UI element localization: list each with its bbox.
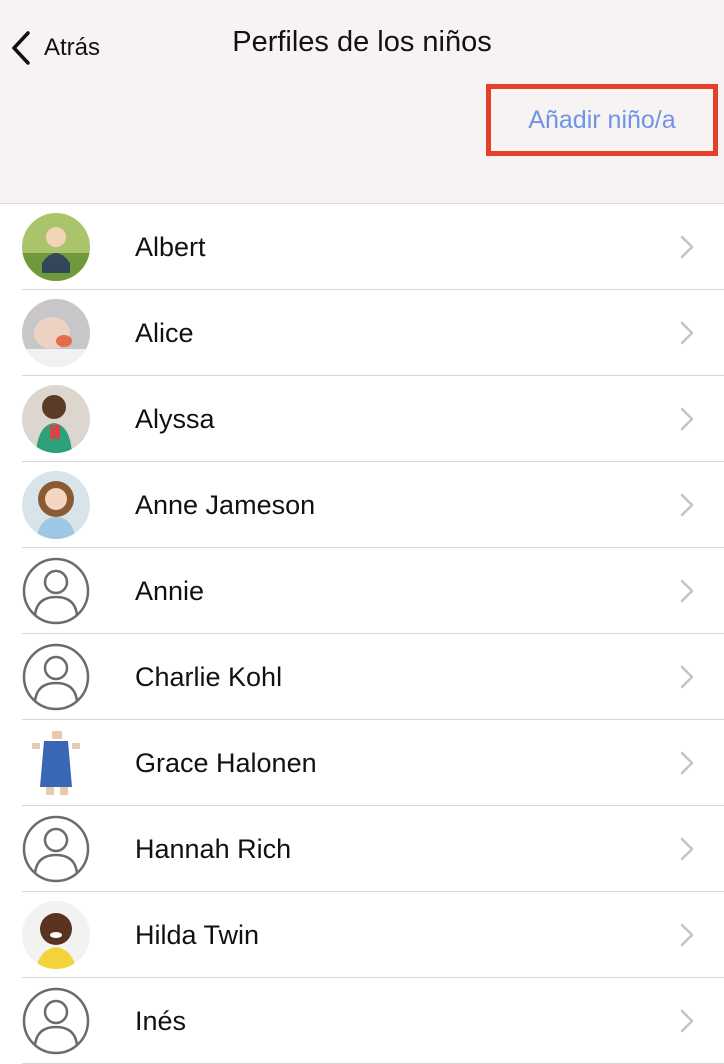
avatar-photo (22, 729, 90, 797)
chevron-right-icon (680, 493, 694, 517)
avatar-photo (22, 471, 90, 539)
chevron-left-icon (12, 31, 30, 65)
back-button[interactable]: Atrás (10, 28, 100, 68)
chevron-right-icon (680, 837, 694, 861)
child-name: Alice (135, 317, 194, 348)
chevron-right-icon (680, 751, 694, 775)
child-name: Hilda Twin (135, 919, 260, 950)
avatar-photo (22, 385, 90, 453)
chevron-right-icon (680, 923, 694, 947)
child-name: Charlie Kohl (135, 661, 283, 692)
children-list: Albert Alice Alyssa Anne Jameson Annie C… (0, 204, 724, 1064)
child-row[interactable]: Anne Jameson (0, 462, 724, 548)
child-row[interactable]: Alyssa (0, 376, 724, 462)
child-name: Albert (135, 231, 206, 262)
child-row[interactable]: Alice (0, 290, 724, 376)
chevron-right-icon (680, 579, 694, 603)
child-name: Inés (135, 1005, 187, 1036)
child-row[interactable]: Annie (0, 548, 724, 634)
child-row[interactable]: Hannah Rich (0, 806, 724, 892)
child-name: Annie (135, 575, 205, 606)
add-child-button[interactable]: Añadir niño/a (486, 84, 718, 156)
page-title: Perfiles de los niños (232, 26, 492, 58)
avatar-placeholder-icon (22, 557, 90, 625)
avatar-placeholder-icon (22, 643, 90, 711)
child-name: Hannah Rich (135, 833, 292, 864)
avatar-placeholder-icon (22, 987, 90, 1055)
chevron-right-icon (680, 407, 694, 431)
child-name: Grace Halonen (135, 747, 317, 778)
child-name: Anne Jameson (135, 489, 316, 520)
avatar-placeholder-icon (22, 815, 90, 883)
back-label: Atrás (44, 34, 101, 61)
avatar-photo (22, 299, 90, 367)
child-name: Alyssa (135, 403, 215, 434)
avatar-photo (22, 213, 90, 281)
navigation-header: Atrás Perfiles de los niños Añadir niño/… (0, 0, 724, 204)
child-row[interactable]: Inés (0, 978, 724, 1064)
chevron-right-icon (680, 321, 694, 345)
child-row[interactable]: Charlie Kohl (0, 634, 724, 720)
chevron-right-icon (680, 665, 694, 689)
child-row[interactable]: Albert (0, 204, 724, 290)
child-row[interactable]: Grace Halonen (0, 720, 724, 806)
chevron-right-icon (680, 1009, 694, 1033)
avatar-photo (22, 901, 90, 969)
child-row[interactable]: Hilda Twin (0, 892, 724, 978)
chevron-right-icon (680, 235, 694, 259)
